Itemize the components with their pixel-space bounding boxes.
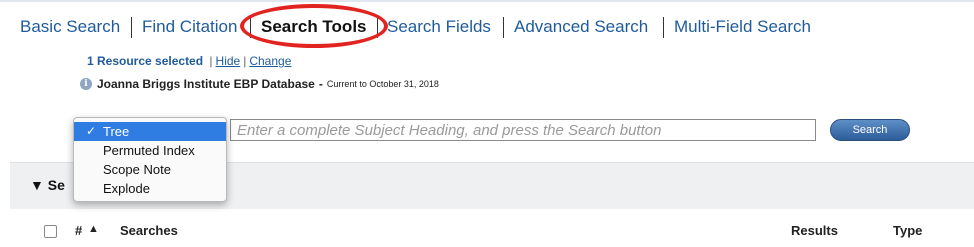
column-searches: Searches [120,223,178,238]
change-link[interactable]: Change [249,54,291,68]
option-explode[interactable]: Explode [74,179,226,198]
top-border [0,0,974,2]
search-history-header: # ▲ Searches Results Type [0,222,974,244]
resource-selection: 1 Resource selected | Hide | Change [87,54,291,68]
tab-separator [503,17,504,38]
column-type: Type [893,223,923,238]
tab-separator [131,17,132,38]
column-results: Results [791,223,838,238]
section-title[interactable]: ▼ Se [30,177,65,193]
database-currency: Current to October 31, 2018 [326,79,439,89]
tab-separator [250,17,251,38]
option-tree[interactable]: ✓ Tree [74,122,226,141]
subject-heading-input[interactable] [230,119,816,141]
tab-advanced-search[interactable]: Advanced Search [514,15,648,39]
option-label: Tree [103,124,130,139]
tab-multi-field-search[interactable]: Multi-Field Search [674,15,811,39]
search-button[interactable]: Search [830,119,910,141]
collapse-arrow-icon[interactable]: ▼ [30,177,44,193]
tab-separator [377,17,378,38]
option-label: Scope Note [103,162,171,177]
option-label: Explode [103,181,150,196]
tab-separator [663,17,664,38]
search-tabs: Basic Search Find Citation Search Tools … [0,15,974,41]
tab-search-tools[interactable]: Search Tools [261,15,367,39]
column-number: # [75,223,83,238]
option-permuted-index[interactable]: Permuted Index [74,141,226,160]
tab-find-citation[interactable]: Find Citation [142,15,237,39]
link-separator: | [209,54,213,68]
link-separator: | [243,54,247,68]
hide-link[interactable]: Hide [216,54,241,68]
database-dash: - [318,77,323,91]
search-tool-dropdown[interactable]: ✓ Tree Permuted Index Scope Note Explode [73,117,227,202]
info-icon[interactable]: i [80,78,92,90]
resource-count: 1 Resource selected [87,54,204,68]
option-label: Permuted Index [103,143,195,158]
database-name: Joanna Briggs Institute EBP Database [97,77,315,91]
database-info: i Joanna Briggs Institute EBP Database -… [80,77,439,91]
tab-basic-search[interactable]: Basic Search [20,15,120,39]
check-icon: ✓ [86,124,97,138]
option-scope-note[interactable]: Scope Note [74,160,226,179]
select-all-checkbox[interactable] [44,225,57,238]
section-title-text: Se [47,177,65,193]
tab-search-fields[interactable]: Search Fields [387,15,491,39]
sort-ascending-icon[interactable]: ▲ [88,223,99,235]
